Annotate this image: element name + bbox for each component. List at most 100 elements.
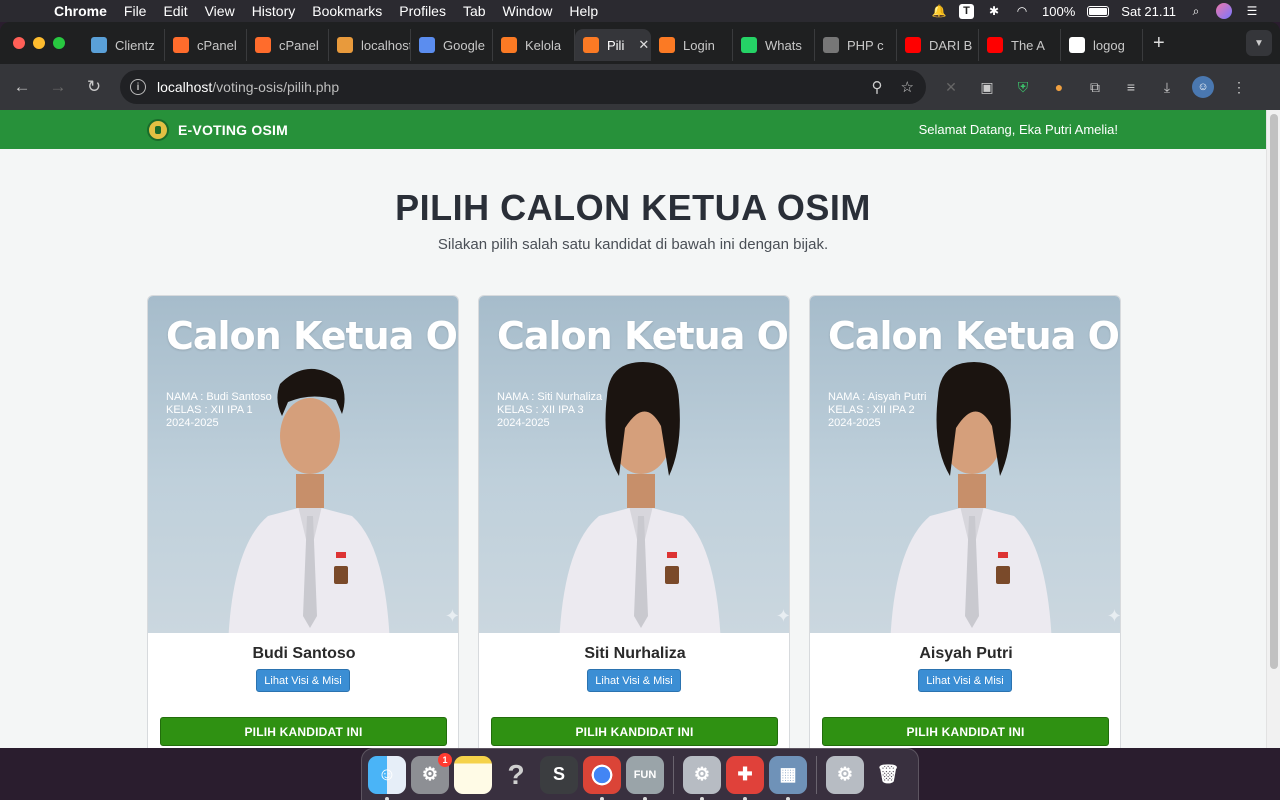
view-vision-mission-button[interactable]: Lihat Visi & Misi (918, 669, 1012, 692)
new-tab-button[interactable]: + (1153, 32, 1165, 55)
poster-name: NAMA : Budi Santoso (166, 391, 272, 403)
forward-button[interactable]: → (40, 77, 76, 97)
scrollbar-thumb[interactable] (1270, 114, 1278, 669)
app-brand[interactable]: E-VOTING OSIM (178, 122, 288, 138)
system-settings-icon[interactable]: ⚙ (683, 755, 721, 800)
google-icon (1069, 37, 1085, 53)
bookmark-star-icon[interactable]: ☆ (901, 78, 914, 96)
back-button[interactable]: ← (4, 77, 40, 97)
page-subtitle: Silakan pilih salah satu kandidat di baw… (437, 236, 829, 253)
tab-label: PHP c (847, 37, 884, 53)
page-viewport: E-VOTING OSIM Selamat Datang, Eka Putri … (0, 110, 1280, 748)
sparkle-icon: ✦ (1106, 606, 1121, 626)
candidate-name: Siti Nurhaliza (584, 645, 686, 662)
menu-file[interactable]: File (124, 3, 147, 19)
page-title: PILIH CALON KETUA OSIM (395, 187, 871, 228)
wifi-icon[interactable]: ◠ (1014, 4, 1030, 18)
extensions-puzzle-icon[interactable]: ⧉ (1084, 76, 1106, 98)
media-control-icon[interactable]: ≡ (1120, 76, 1142, 98)
browser-tab[interactable]: Clientz (83, 29, 165, 61)
capsule-extension-icon[interactable]: ● (1048, 76, 1070, 98)
preview-icon[interactable]: ▦ (769, 755, 807, 800)
address-url[interactable]: localhost/voting-osis/pilih.php (157, 79, 339, 95)
spotlight-search-icon[interactable]: ⌕ (1188, 4, 1204, 18)
menu-history[interactable]: History (252, 3, 296, 19)
notification-bell-icon[interactable]: 🔔 (931, 4, 947, 18)
poster-class: KELAS : XII IPA 3 (497, 404, 584, 416)
address-bar[interactable]: i localhost/voting-osis/pilih.php ⚲ ☆ (120, 70, 926, 104)
system-settings-icon[interactable]: ⚙ (826, 755, 864, 794)
close-tab-icon[interactable]: ✕ (638, 37, 649, 53)
siri-icon[interactable] (1216, 3, 1232, 19)
menu-window[interactable]: Window (503, 3, 553, 19)
poster-name: NAMA : Siti Nurhaliza (497, 391, 603, 403)
notes-icon[interactable] (454, 755, 492, 794)
browser-tab[interactable]: Pili ✕ (575, 29, 651, 61)
sparkle-icon: ✦ (444, 606, 459, 626)
help-icon[interactable]: ? (497, 756, 535, 794)
browser-tab[interactable]: Whats (733, 29, 815, 61)
battery-percent: 100% (1042, 3, 1076, 19)
menu-view[interactable]: View (205, 3, 235, 19)
menubar-status-area: 🔔 T ✱ ◠ 100% Sat 21.11 ⌕ ☰ (931, 0, 1260, 22)
extensions-area: ✕ ▣ ⛨ ● ⧉ ≡ ⤓ ☺ ⋮ (940, 76, 1250, 98)
macos-menu-bar: Chrome File Edit View History Bookmarks … (0, 0, 1280, 22)
bluetooth-icon[interactable]: ✱ (986, 4, 1002, 18)
vote-candidate-button[interactable]: PILIH KANDIDAT INI (491, 717, 778, 746)
browser-tab[interactable]: localhost (329, 29, 411, 61)
zoom-icon[interactable]: ⚲ (872, 78, 883, 96)
chrome-menu-icon[interactable]: ⋮ (1228, 76, 1250, 98)
fun-app-icon[interactable]: FUN (626, 755, 664, 800)
browser-tab[interactable]: logog (1061, 29, 1143, 61)
url-path: /voting-osis/pilih.php (212, 79, 340, 95)
screenshot-extension-icon[interactable]: ▣ (976, 76, 998, 98)
profile-avatar-icon[interactable]: ☺ (1192, 76, 1214, 98)
running-indicator (743, 796, 747, 800)
download-icon[interactable]: ⤓ (1156, 76, 1178, 98)
view-vision-mission-button[interactable]: Lihat Visi & Misi (256, 669, 350, 692)
shield-extension-icon[interactable]: ⛨ (1012, 76, 1034, 98)
poster-class: KELAS : XII IPA 1 (166, 404, 253, 416)
reload-button[interactable]: ↻ (76, 77, 112, 97)
close-window-button[interactable] (13, 37, 25, 49)
browser-tab[interactable]: Login (651, 29, 733, 61)
vote-candidate-button[interactable]: PILIH KANDIDAT INI (160, 717, 447, 746)
minimize-window-button[interactable] (33, 37, 45, 49)
menu-app-name[interactable]: Chrome (54, 3, 107, 19)
typora-icon[interactable]: T (959, 3, 975, 19)
browser-tab[interactable]: cPanel (165, 29, 247, 61)
browser-tab[interactable]: cPanel (247, 29, 329, 61)
menubar-clock[interactable]: Sat 21.11 (1121, 4, 1176, 19)
candidate-card: Calon Ketua OSIS NAMA : Siti NurhalizaKEL… (478, 295, 790, 748)
finder-icon[interactable]: ☺ (368, 755, 406, 800)
battery-icon[interactable] (1087, 5, 1110, 17)
trash-icon[interactable]: 🗑 (869, 756, 907, 794)
page-scrollbar[interactable] (1266, 110, 1280, 748)
tab-label: cPanel (279, 37, 319, 53)
school-logo-icon (147, 118, 169, 141)
control-center-icon[interactable]: ☰ (1244, 4, 1260, 18)
menu-bookmarks[interactable]: Bookmarks (312, 3, 382, 19)
menu-tab[interactable]: Tab (463, 3, 486, 19)
browser-tab[interactable]: The A (979, 29, 1061, 61)
browser-tab[interactable]: DARI B (897, 29, 979, 61)
xmind-icon[interactable]: ✚ (726, 755, 764, 800)
chrome-icon[interactable] (583, 755, 621, 800)
tab-search-chevron-icon[interactable]: ▼ (1246, 30, 1272, 56)
browser-tab[interactable]: Kelola (493, 29, 575, 61)
site-info-icon[interactable]: i (130, 79, 146, 95)
maximize-window-button[interactable] (53, 37, 65, 49)
cpanel-icon (255, 37, 271, 53)
poster-info: NAMA : Budi Santoso KELAS : XII IPA 1 2024… (166, 391, 272, 430)
vote-candidate-button[interactable]: PILIH KANDIDAT INI (822, 717, 1109, 746)
menu-profiles[interactable]: Profiles (399, 3, 446, 19)
system-preferences-icon[interactable]: ⚙ 1 (411, 752, 452, 794)
browser-tab[interactable]: Google (411, 29, 493, 61)
browser-tab[interactable]: PHP c (815, 29, 897, 61)
view-vision-mission-button[interactable]: Lihat Visi & Misi (587, 669, 681, 692)
x-extension-icon[interactable]: ✕ (940, 76, 962, 98)
candidate-cards: Calon Ketua OSISNAMA : Budi SantosoKELAS… (147, 295, 1121, 748)
menu-edit[interactable]: Edit (163, 3, 187, 19)
sublime-text-icon[interactable]: S (540, 755, 578, 794)
menu-help[interactable]: Help (569, 3, 598, 19)
